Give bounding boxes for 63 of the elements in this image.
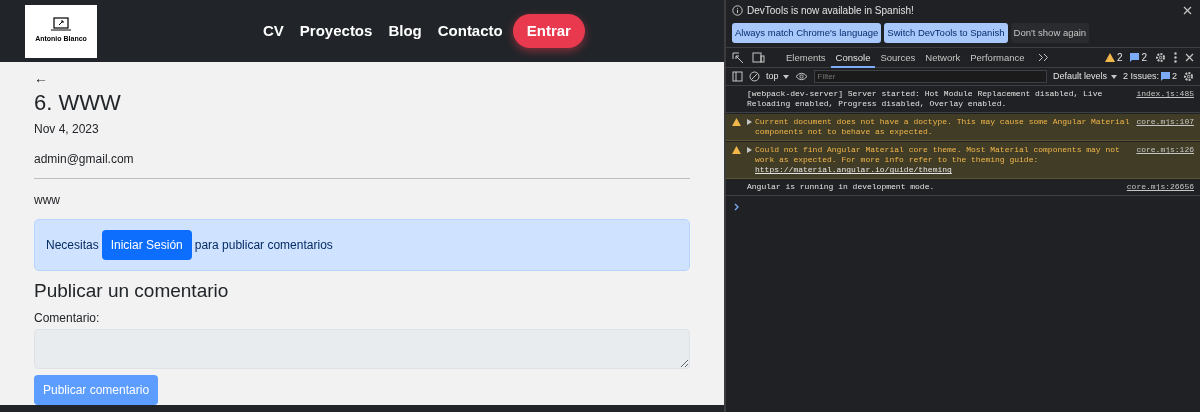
info-count[interactable]: 2 <box>1141 50 1147 66</box>
more-tabs-icon[interactable] <box>1037 53 1049 63</box>
caret-icon <box>782 74 789 79</box>
expand-icon[interactable] <box>747 147 752 154</box>
source-link[interactable]: core.mjs:126 <box>1136 145 1194 176</box>
post-title: 6. WWW <box>34 90 122 117</box>
message-text: Could not find Angular Material core theme. Most Material components may not work as expected. For more info refer to the theming guide: https://material.angular.io/guide/theming <box>755 145 1121 176</box>
comment-label: Comentario: <box>34 310 100 327</box>
post-body: www <box>34 192 61 210</box>
caret-icon <box>1110 74 1117 79</box>
devtools-tab[interactable]: Network <box>920 47 966 68</box>
infobar-button[interactable]: Switch DevTools to Spanish <box>884 23 1008 44</box>
more-options-icon[interactable] <box>1174 52 1177 64</box>
device-icon[interactable] <box>752 52 765 64</box>
warning-count[interactable]: 2 <box>1116 50 1123 66</box>
levels-dropdown[interactable]: Default levels <box>1052 70 1117 84</box>
message-link[interactable]: https://material.angular.io/guide/theming <box>755 165 952 175</box>
inspect-icon[interactable] <box>732 51 744 64</box>
source-link[interactable]: index.js:485 <box>1136 89 1194 110</box>
nav-link[interactable]: Contacto <box>431 15 509 47</box>
devtools-tab[interactable]: Performance <box>965 47 1030 68</box>
devtools-tab[interactable]: Console <box>830 47 876 68</box>
devtools-tab[interactable]: Elements <box>781 47 831 68</box>
sidebar-icon[interactable] <box>732 71 743 83</box>
context-dropdown[interactable]: top <box>766 70 789 84</box>
devtools-tab[interactable]: Sources <box>875 47 921 68</box>
alert-text: Necesitas <box>46 237 99 255</box>
infobar-button[interactable]: Don't show again <box>1010 23 1090 44</box>
close-icon[interactable] <box>1183 6 1192 15</box>
login-button[interactable]: Entrar <box>512 13 585 49</box>
post-author: admin@gmail.com <box>34 151 135 169</box>
close-icon[interactable] <box>1185 53 1194 63</box>
source-link[interactable]: core.mjs:107 <box>1136 117 1194 138</box>
nav-link[interactable]: Proyectos <box>293 15 379 47</box>
nav-link[interactable]: Blog <box>382 15 428 47</box>
message-icon <box>1161 72 1170 82</box>
message-icon <box>1130 53 1140 63</box>
settings-icon[interactable] <box>1155 52 1166 64</box>
prompt-icon <box>734 202 740 211</box>
clear-icon[interactable] <box>749 71 760 83</box>
message-text: Current document does not have a doctype. This may cause some Angular Material components not to behave as expected. <box>755 117 1131 138</box>
laptop-icon <box>50 17 72 32</box>
source-link[interactable]: core.mjs:26656 <box>1126 182 1194 193</box>
eye-icon[interactable] <box>794 72 808 82</box>
infobar-message: DevTools is now available in Spanish! <box>747 4 914 18</box>
nav-link[interactable]: CV <box>257 15 290 47</box>
expand-icon[interactable] <box>747 119 752 126</box>
filter-field[interactable]: Filter <box>813 70 1047 84</box>
post-date: Nov 4, 2023 <box>34 121 100 139</box>
warning-icon <box>1104 53 1115 63</box>
warning-icon <box>732 118 741 127</box>
info-icon <box>732 5 743 16</box>
settings-icon[interactable] <box>1183 71 1194 83</box>
infobar-button[interactable]: Always match Chrome's language <box>732 23 882 44</box>
message-text: Angular is running in development mode. <box>747 182 936 193</box>
issues-count[interactable]: 2 <box>1172 70 1177 84</box>
login-button[interactable]: Iniciar Sesión <box>101 230 192 261</box>
comment-heading: Publicar un comentario <box>34 280 230 303</box>
warning-icon <box>732 146 741 155</box>
back-link[interactable]: ← <box>34 71 48 86</box>
message-text: [webpack-dev-server] Server started: Hot Module Replacement disabled, Live Reloading enabled, Progress disabled, Overlay enabled. <box>747 89 1104 110</box>
alert-text: para publicar comentarios <box>194 237 333 255</box>
issues-label[interactable]: 2 Issues: <box>1122 70 1159 84</box>
